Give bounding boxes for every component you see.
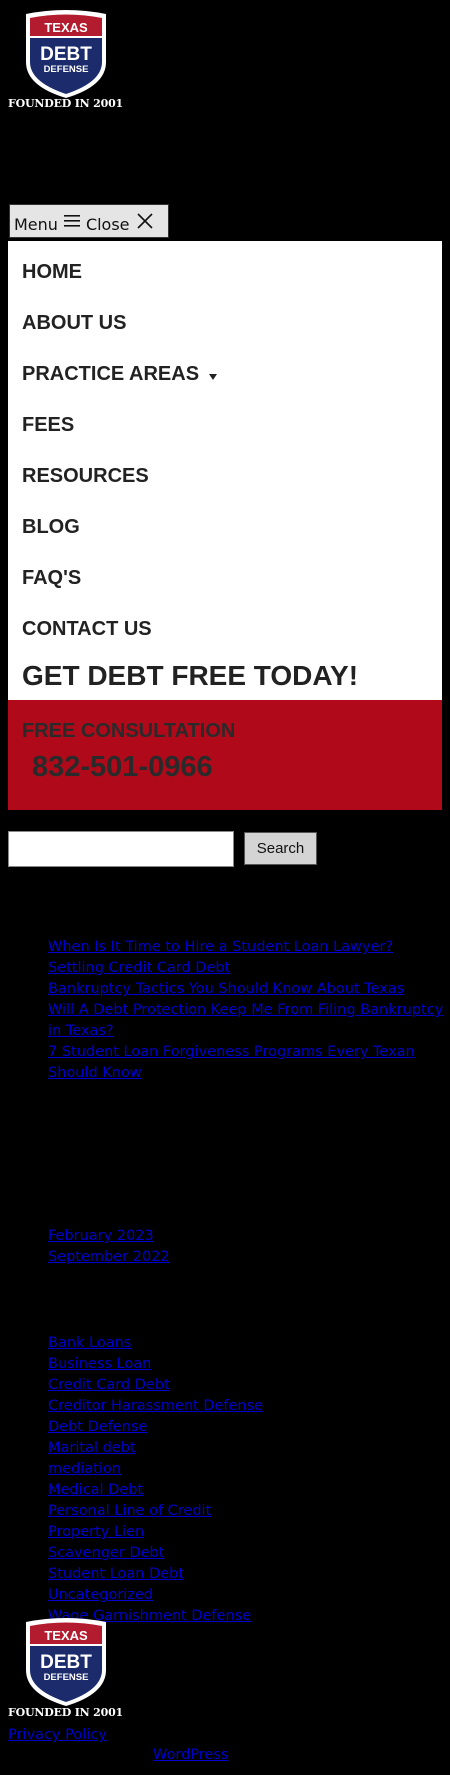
list-item: Debt Defense	[48, 1416, 448, 1437]
logo-sub-word: DEFENSE	[44, 64, 89, 75]
list-item: Bankruptcy Tactics You Should Know About…	[48, 978, 448, 999]
category-link[interactable]: Student Loan Debt	[48, 1566, 184, 1582]
close-label: Close	[85, 214, 130, 234]
footer-logo[interactable]: TEXAS DEBT DEFENSE	[21, 1616, 111, 1706]
close-icon	[136, 212, 154, 230]
cta-heading: GET DEBT FREE TODAY!	[22, 660, 359, 691]
list-item: Settling Credit Card Debt	[48, 957, 448, 978]
category-link[interactable]: Uncategorized	[48, 1587, 153, 1603]
site-logo[interactable]: TEXAS DEBT DEFENSE	[21, 8, 111, 98]
nav-item-label: FEES	[22, 414, 75, 436]
list-item: Bank Loans	[48, 1332, 448, 1353]
nav-item-practice-areas[interactable]: PRACTICE AREAS	[22, 363, 218, 386]
phone-number-link[interactable]: 832-501-0966	[32, 751, 213, 784]
mobile-nav-panel: HOME ABOUT US PRACTICE AREAS FEES RESOUR…	[8, 241, 442, 700]
nav-item-home[interactable]: HOME	[22, 261, 82, 284]
footer-founded-tagline: FOUNDED IN 2001	[8, 1706, 123, 1719]
list-item: February 2023	[48, 1225, 448, 1246]
nav-item-label: FAQ'S	[22, 567, 82, 589]
nav-item-faqs[interactable]: FAQ'S	[22, 567, 81, 590]
logo-main-word: DEBT	[40, 44, 92, 65]
founded-tagline: FOUNDED IN 2001	[8, 97, 123, 110]
consultation-banner: FREE CONSULTATION 832-501-0966	[8, 700, 442, 810]
nav-item-resources[interactable]: RESOURCES	[22, 465, 149, 488]
privacy-policy-link[interactable]: Privacy Policy	[8, 1726, 107, 1745]
list-item: When Is It Time to Hire a Student Loan L…	[48, 936, 448, 957]
category-link[interactable]: Property Lien	[48, 1524, 144, 1540]
recent-post-link[interactable]: 7 Student Loan Forgiveness Programs Ever…	[48, 1044, 415, 1081]
nav-item-label: HOME	[22, 261, 82, 283]
category-link[interactable]: Marital debt	[48, 1440, 136, 1456]
category-link[interactable]: Business Loan	[48, 1356, 151, 1372]
category-link[interactable]: Scavenger Debt	[48, 1545, 164, 1561]
category-link[interactable]: Medical Debt	[48, 1482, 143, 1498]
nav-item-blog[interactable]: BLOG	[22, 516, 80, 539]
archive-link[interactable]: September 2022	[48, 1249, 170, 1265]
list-item: Property Lien	[48, 1521, 448, 1542]
list-item: Will A Debt Protection Keep Me From Fili…	[48, 999, 448, 1041]
recent-posts-list: When Is It Time to Hire a Student Loan L…	[48, 936, 448, 1083]
nav-item-label: PRACTICE AREAS	[22, 363, 200, 385]
list-item: Student Loan Debt	[48, 1563, 448, 1584]
category-link[interactable]: Credit Card Debt	[48, 1377, 170, 1393]
nav-item-label: RESOURCES	[22, 465, 149, 487]
nav-item-contact-us[interactable]: CONTACT US	[22, 618, 152, 641]
list-item: Marital debt	[48, 1437, 448, 1458]
list-item: Personal Line of Credit	[48, 1500, 448, 1521]
list-item: Uncategorized	[48, 1584, 448, 1605]
nav-item-label: BLOG	[22, 516, 80, 538]
recent-post-link[interactable]: When Is It Time to Hire a Student Loan L…	[48, 939, 393, 955]
nav-item-label: CONTACT US	[22, 618, 152, 640]
wordpress-link[interactable]: WordPress	[153, 1746, 228, 1765]
dropdown-arrow-icon[interactable]	[209, 373, 218, 380]
recent-post-link[interactable]: Settling Credit Card Debt	[48, 960, 230, 976]
archive-link[interactable]: February 2023	[48, 1228, 154, 1244]
nav-item-fees[interactable]: FEES	[22, 414, 74, 437]
category-link[interactable]: mediation	[48, 1461, 121, 1477]
logo-top-word: TEXAS	[44, 1628, 88, 1643]
search-button[interactable]: Search	[244, 832, 317, 865]
logo-sub-word: DEFENSE	[44, 1672, 89, 1683]
logo-top-word: TEXAS	[44, 20, 88, 35]
categories-list: Bank Loans Business Loan Credit Card Deb…	[48, 1332, 448, 1626]
nav-item-label: ABOUT US	[22, 312, 127, 334]
category-link[interactable]: Creditor Harassment Defense	[48, 1398, 263, 1414]
list-item: Scavenger Debt	[48, 1542, 448, 1563]
menu-label: Menu	[14, 214, 58, 234]
list-item: Creditor Harassment Defense	[48, 1395, 448, 1416]
nav-item-about-us[interactable]: ABOUT US	[22, 312, 126, 335]
list-item: 7 Student Loan Forgiveness Programs Ever…	[48, 1041, 448, 1083]
menu-toggle-button[interactable]: Menu Close	[9, 204, 169, 238]
list-item: mediation	[48, 1458, 448, 1479]
category-link[interactable]: Personal Line of Credit	[48, 1503, 211, 1519]
search-input[interactable]	[8, 831, 234, 867]
category-link[interactable]: Bank Loans	[48, 1335, 131, 1351]
list-item: Business Loan	[48, 1353, 448, 1374]
list-item: Credit Card Debt	[48, 1374, 448, 1395]
archives-list: February 2023 September 2022	[48, 1225, 448, 1267]
free-consultation-label: FREE CONSULTATION	[22, 720, 236, 742]
recent-post-link[interactable]: Will A Debt Protection Keep Me From Fili…	[48, 1002, 443, 1039]
hamburger-icon	[63, 214, 80, 228]
category-link[interactable]: Debt Defense	[48, 1419, 147, 1435]
list-item: Medical Debt	[48, 1479, 448, 1500]
recent-post-link[interactable]: Bankruptcy Tactics You Should Know About…	[48, 981, 404, 997]
list-item: September 2022	[48, 1246, 448, 1267]
logo-main-word: DEBT	[40, 1652, 92, 1673]
